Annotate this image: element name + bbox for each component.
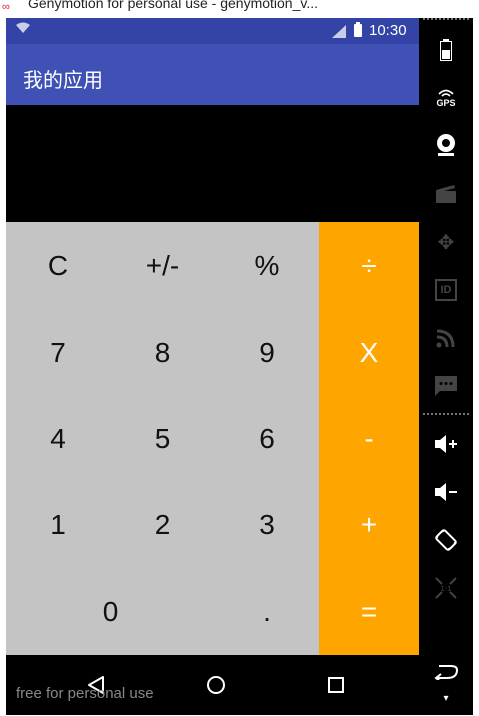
webcam-tool-icon[interactable]: [426, 129, 466, 161]
status-time: 10:30: [369, 22, 407, 39]
add-button[interactable]: +: [319, 482, 419, 568]
window-titlebar: ∞ Genymotion for personal use - genymoti…: [0, 0, 479, 18]
digit-6-button[interactable]: 6: [215, 396, 319, 482]
capture-tool-icon[interactable]: [426, 178, 466, 210]
battery-tool-icon[interactable]: [426, 34, 466, 66]
decimal-point-button[interactable]: .: [215, 568, 319, 655]
genymotion-logo-icon: ∞: [2, 1, 10, 13]
digit-0-button[interactable]: 0: [6, 568, 215, 655]
app-bar: 我的应用: [6, 44, 419, 105]
back-tool-icon[interactable]: [426, 656, 466, 688]
percent-button[interactable]: %: [215, 222, 319, 310]
dpad-tool-icon[interactable]: ✥: [426, 226, 466, 258]
pixel-perfect-icon[interactable]: 1:1: [426, 572, 466, 604]
more-tools-icon[interactable]: ▾: [426, 688, 466, 708]
signal-icon: [332, 25, 346, 38]
sign-toggle-button[interactable]: +/-: [110, 222, 215, 310]
clear-button[interactable]: C: [6, 222, 110, 310]
toolbar-divider: [423, 413, 469, 415]
operator-column: ÷ X - + =: [319, 222, 419, 655]
battery-icon: [354, 22, 362, 37]
volume-down-icon[interactable]: [426, 476, 466, 508]
multiply-button[interactable]: X: [319, 310, 419, 396]
wifi-icon: [16, 22, 30, 37]
digit-4-button[interactable]: 4: [6, 396, 110, 482]
device-screen: 10:30 我的应用 C +/- % 7 8 9 4 5 6 1 2 3 0 .…: [6, 18, 419, 715]
gps-label: GPS: [436, 98, 456, 108]
genymotion-toolbar: GPS ✥ ID 1:1 ▾: [419, 18, 473, 715]
gps-tool-icon[interactable]: GPS: [426, 82, 466, 114]
sms-tool-icon[interactable]: [426, 370, 466, 402]
equals-button[interactable]: =: [319, 568, 419, 655]
digit-1-button[interactable]: 1: [6, 482, 110, 568]
rotate-icon[interactable]: [426, 524, 466, 556]
recents-icon[interactable]: [316, 667, 356, 703]
device-id-label: ID: [435, 279, 457, 301]
volume-up-icon[interactable]: [426, 428, 466, 460]
window-title: Genymotion for personal use - genymotion…: [28, 0, 319, 11]
cast-tool-icon[interactable]: [426, 322, 466, 354]
status-bar: 10:30: [6, 18, 419, 44]
app-title: 我的应用: [23, 68, 103, 92]
digit-8-button[interactable]: 8: [110, 310, 215, 396]
digit-2-button[interactable]: 2: [110, 482, 215, 568]
device-id-tool-icon[interactable]: ID: [426, 274, 466, 306]
digit-3-button[interactable]: 3: [215, 482, 319, 568]
digit-5-button[interactable]: 5: [110, 396, 215, 482]
subtract-button[interactable]: -: [319, 396, 419, 482]
calculator-display: [6, 105, 419, 222]
divide-button[interactable]: ÷: [319, 222, 419, 310]
window-border: [473, 18, 479, 715]
personal-use-watermark: free for personal use: [16, 685, 154, 702]
svg-text:1:1: 1:1: [440, 585, 451, 593]
toolbar-divider: [423, 18, 469, 20]
home-icon[interactable]: [196, 667, 236, 703]
digit-9-button[interactable]: 9: [215, 310, 319, 396]
digit-7-button[interactable]: 7: [6, 310, 110, 396]
